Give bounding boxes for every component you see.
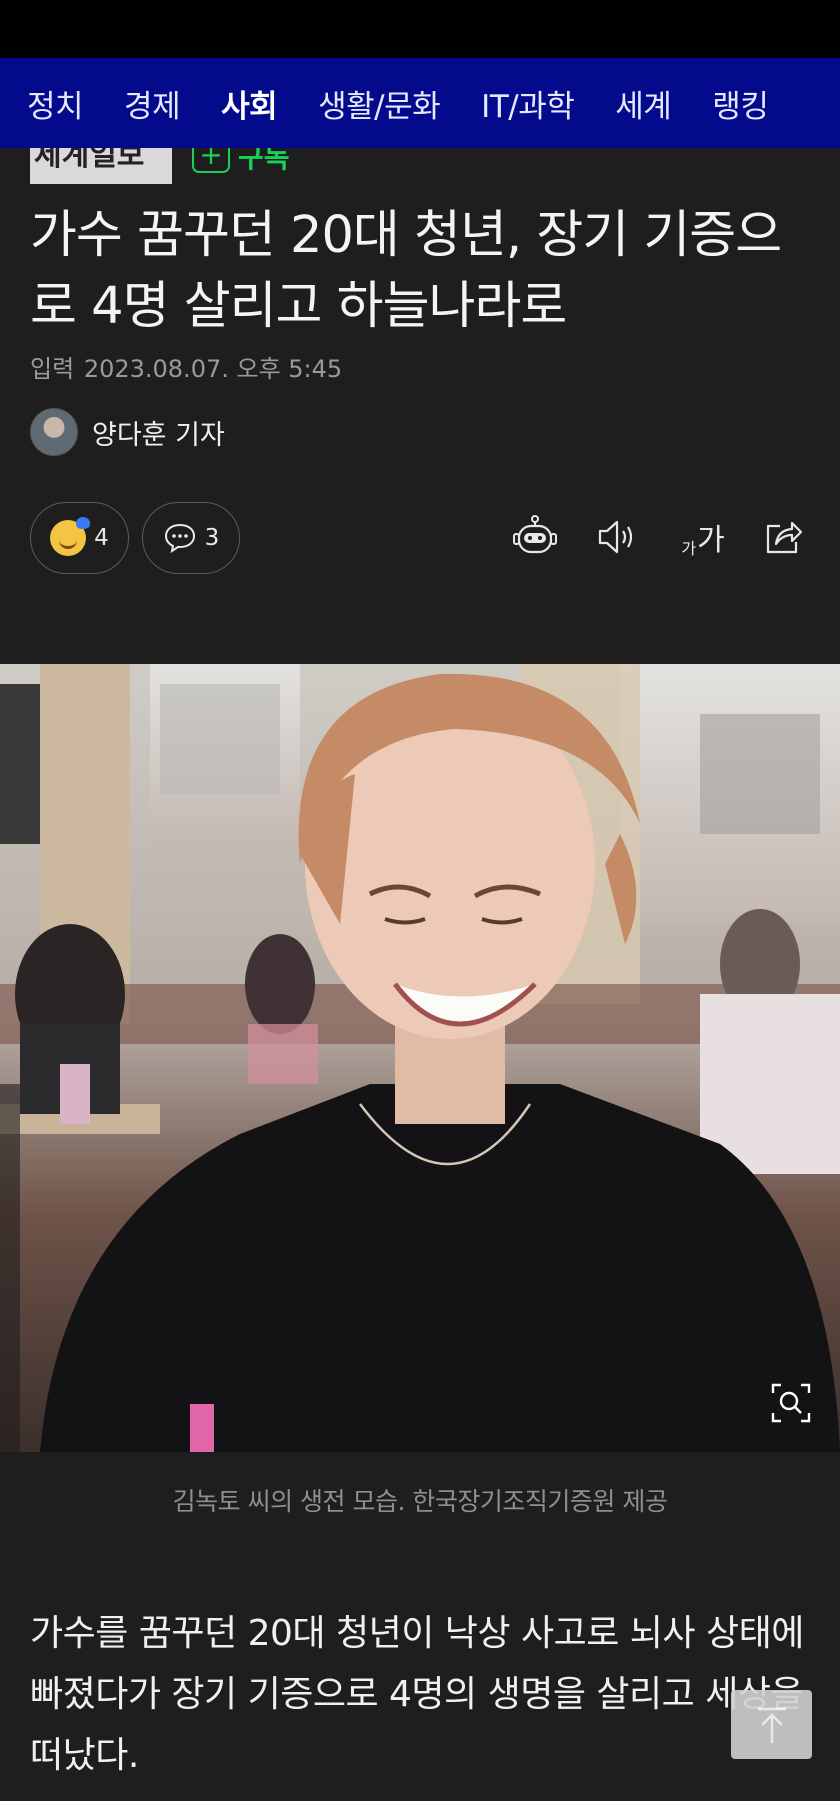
article-photo[interactable] bbox=[0, 664, 840, 1452]
date-value: 2023.08.07. 오후 5:45 bbox=[83, 355, 343, 383]
font-size-icon: 가 가 bbox=[681, 515, 724, 559]
reporter-avatar bbox=[30, 408, 78, 456]
reporter-link[interactable]: 양다훈 기자 bbox=[30, 408, 225, 456]
speaker-icon bbox=[598, 520, 633, 554]
font-size-large-glyph: 가 bbox=[697, 523, 725, 558]
reaction-count: 4 bbox=[94, 525, 109, 551]
share-icon bbox=[766, 521, 803, 554]
subscribe-button[interactable]: + 구독 bbox=[192, 148, 290, 176]
plus-icon: + bbox=[192, 148, 230, 173]
reporter-name: 양다훈 기자 bbox=[92, 419, 225, 451]
zoom-icon bbox=[771, 1383, 811, 1423]
nav-item-economy[interactable]: 경제 bbox=[124, 81, 181, 126]
subscribe-label: 구독 bbox=[238, 148, 290, 174]
nav-item-life-culture[interactable]: 생활/문화 bbox=[318, 81, 441, 126]
status-bar bbox=[0, 0, 840, 58]
reaction-emoji-icon bbox=[50, 517, 91, 556]
nav-item-it-science[interactable]: IT/과학 bbox=[481, 81, 575, 126]
photo-caption: 김녹토 씨의 생전 모습. 한국장기조직기증원 제공 bbox=[172, 1487, 668, 1516]
comment-count: 3 bbox=[204, 525, 220, 551]
article-action-row: 4 3 가 가 bbox=[30, 502, 810, 574]
font-size-small-glyph: 가 bbox=[681, 539, 697, 558]
press-logo[interactable]: 세계일보 bbox=[30, 148, 172, 184]
article-date: 입력 2023.08.07. 오후 5:45 bbox=[30, 349, 342, 384]
ai-summary-button[interactable] bbox=[510, 512, 560, 562]
share-button[interactable] bbox=[758, 512, 808, 562]
photo-zoom-button[interactable] bbox=[763, 1375, 819, 1431]
nav-item-society[interactable]: 사회 bbox=[221, 81, 278, 126]
robot-icon bbox=[513, 515, 557, 554]
font-size-button[interactable]: 가 가 bbox=[675, 512, 731, 562]
press-row: 세계일보 + 구독 bbox=[30, 148, 430, 186]
nav-item-world[interactable]: 세계 bbox=[615, 81, 672, 126]
nav-item-ranking[interactable]: 랭킹 bbox=[712, 81, 769, 126]
scroll-top-button[interactable] bbox=[731, 1690, 812, 1759]
scroll-top-icon bbox=[757, 1707, 786, 1743]
comment-button[interactable]: 3 bbox=[142, 502, 240, 574]
photo-illustration bbox=[0, 664, 840, 1452]
date-label: 입력 bbox=[30, 355, 75, 383]
comment-icon bbox=[164, 523, 195, 554]
reaction-button[interactable]: 4 bbox=[30, 502, 129, 574]
nav-item-politics[interactable]: 정치 bbox=[27, 81, 84, 126]
article-headline: 가수 꿈꾸던 20대 청년, 장기 기증으로 4명 살리고 하늘나라로 bbox=[30, 206, 782, 336]
tts-button[interactable] bbox=[592, 512, 642, 562]
article-body-paragraph: 가수를 꿈꾸던 20대 청년이 낙상 사고로 뇌사 상태에 빠졌다가 장기 기증… bbox=[30, 1613, 804, 1776]
category-nav: 정치 경제 사회 생활/문화 IT/과학 세계 랭킹 bbox=[0, 58, 840, 148]
